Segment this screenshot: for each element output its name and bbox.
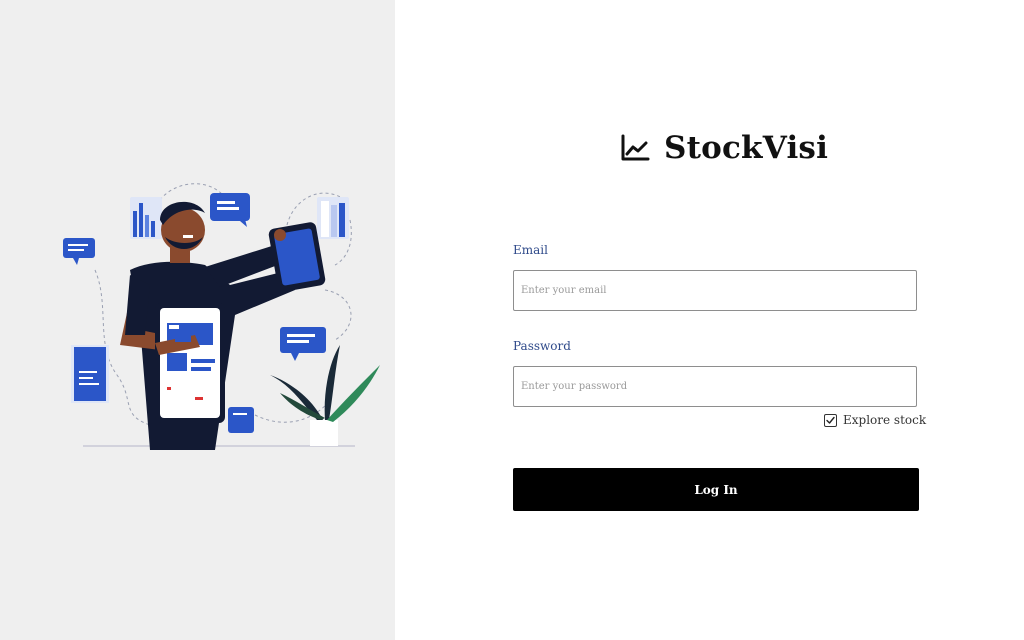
email-field[interactable] bbox=[513, 270, 917, 311]
password-label: Password bbox=[513, 339, 571, 353]
line-chart-icon bbox=[621, 134, 650, 161]
password-field[interactable] bbox=[513, 366, 917, 407]
explore-stock-option[interactable]: Explore stock bbox=[824, 413, 926, 427]
checkmark-icon bbox=[826, 416, 835, 424]
explore-stock-label: Explore stock bbox=[843, 413, 927, 427]
brand-logo: StockVisi bbox=[620, 128, 828, 168]
illustration-panel bbox=[0, 0, 395, 640]
login-page: StockVisi Email Password Explore stock L… bbox=[0, 0, 1024, 640]
person-with-phones-illustration bbox=[63, 183, 380, 450]
login-button[interactable]: Log In bbox=[513, 468, 919, 511]
email-label: Email bbox=[513, 243, 548, 257]
explore-stock-checkbox[interactable] bbox=[824, 413, 837, 427]
login-form-panel bbox=[395, 0, 1024, 640]
brand-name: StockVisi bbox=[664, 130, 829, 166]
